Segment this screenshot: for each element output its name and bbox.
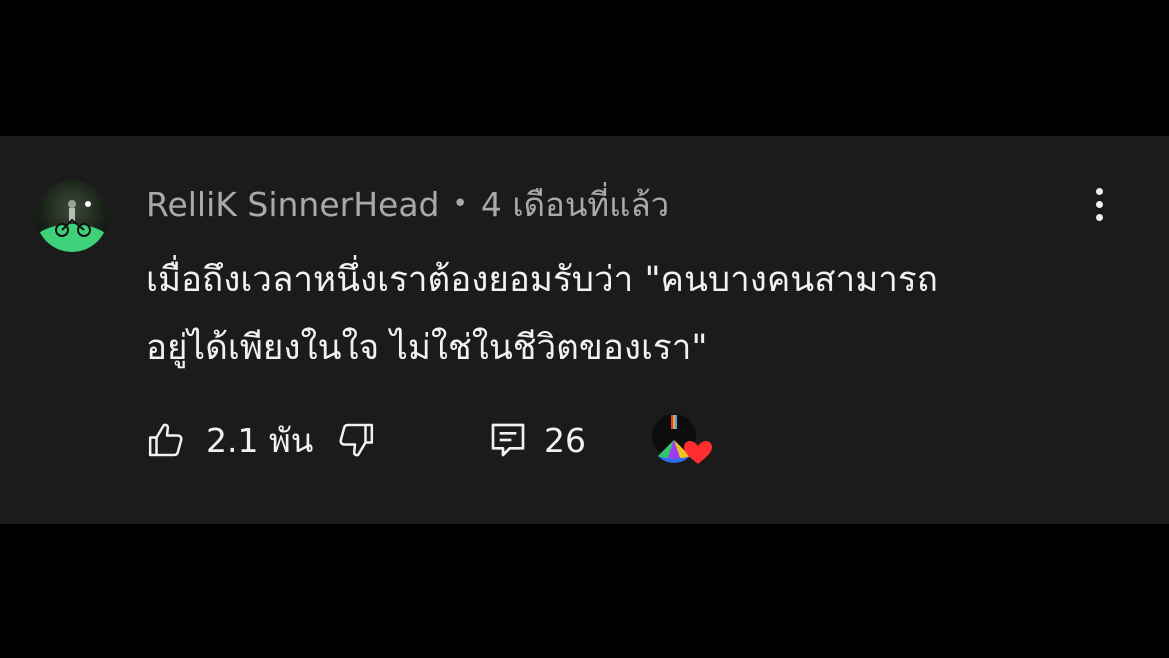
like-button[interactable] xyxy=(146,414,186,466)
comment-timestamp[interactable]: 4 เดือนที่แล้ว xyxy=(481,178,669,231)
separator-dot: • xyxy=(452,189,468,219)
comment-text: เมื่อถึงเวลาหนึ่งเราต้องยอมรับว่า "คนบาง… xyxy=(146,246,1106,382)
like-count: 2.1 พัน xyxy=(206,420,314,460)
comment-actions: 2.1 พัน 26 xyxy=(146,414,746,466)
comment-text-line: อยู่ได้เพียงในใจ ไม่ใช่ในชีวิตของเรา" xyxy=(146,328,708,368)
thumb-up-icon xyxy=(148,423,183,457)
dislike-button[interactable] xyxy=(336,414,376,466)
more-options-button[interactable] xyxy=(1082,182,1116,226)
comment-text-line: เมื่อถึงเวลาหนึ่งเราต้องยอมรับว่า "คนบาง… xyxy=(146,260,938,300)
author-avatar[interactable] xyxy=(36,180,108,252)
reply-button[interactable] xyxy=(488,414,528,466)
comment-icon xyxy=(491,423,525,457)
author-name[interactable]: RelliK SinnerHead xyxy=(146,185,440,224)
more-vert-icon-dot xyxy=(1095,200,1103,208)
creator-heart-icon xyxy=(652,414,712,464)
more-vert-icon-dot xyxy=(1095,187,1103,195)
thumb-down-icon xyxy=(339,423,374,457)
creator-heart-badge xyxy=(650,414,714,466)
avatar-image xyxy=(36,180,108,252)
comment-card: RelliK SinnerHead • 4 เดือนที่แล้ว เมื่อ… xyxy=(0,136,1169,524)
more-vert-icon-dot xyxy=(1095,213,1103,221)
reply-count: 26 xyxy=(544,420,586,460)
comment-header: RelliK SinnerHead • 4 เดือนที่แล้ว xyxy=(146,182,669,226)
